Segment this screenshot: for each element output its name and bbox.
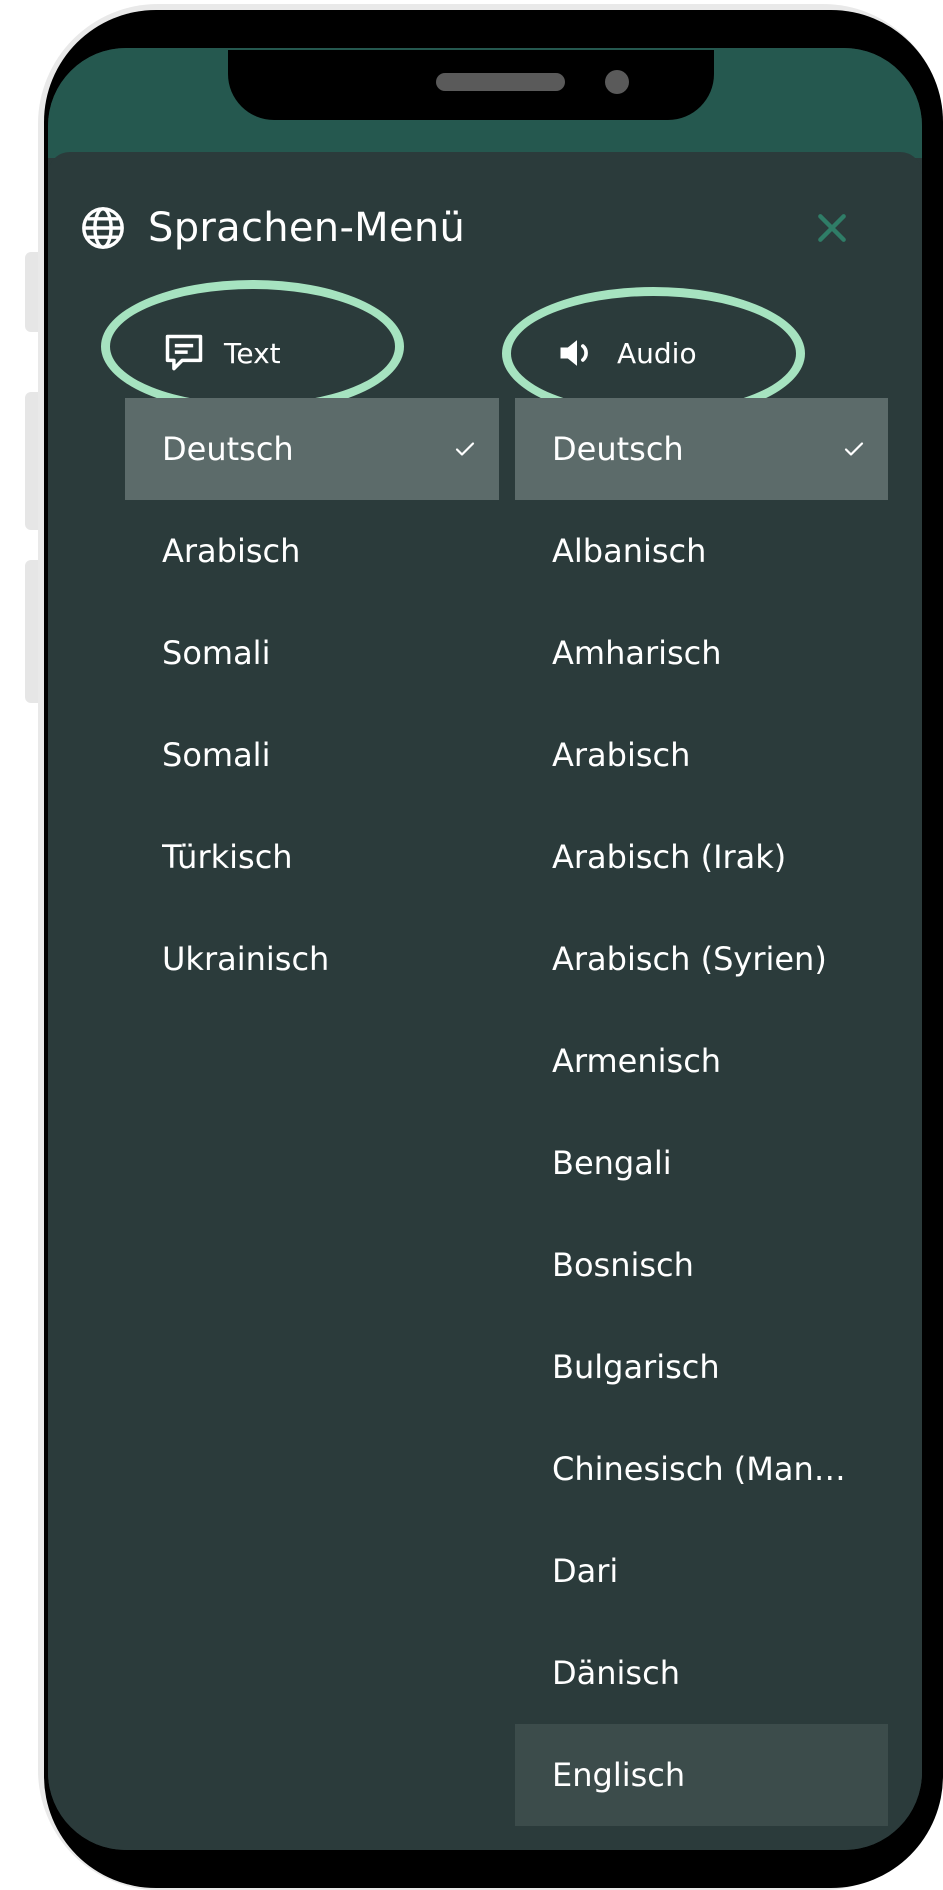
audio-language-list: Deutsch Albanisch Amharisch Arabisch Arabisc…: [515, 398, 888, 1826]
language-option-label: Somali: [162, 736, 271, 774]
menu-title: Sprachen-Menü: [148, 205, 466, 251]
language-option-label: Arabisch (Irak): [552, 838, 787, 876]
language-option-label: Dari: [552, 1552, 619, 1590]
language-option[interactable]: Chinesisch (Man…: [515, 1418, 888, 1520]
language-option[interactable]: Arabisch (Irak): [515, 806, 888, 908]
text-language-list: Deutsch Arabisch Somali Somali Türkisch Ukrai…: [125, 398, 499, 1010]
language-option-label: Amharisch: [552, 634, 722, 672]
language-option[interactable]: Somali: [125, 602, 499, 704]
language-option-label: Arabisch: [162, 532, 301, 570]
phone-side-button: [25, 392, 38, 530]
language-option[interactable]: Albanisch: [515, 500, 888, 602]
language-option-label: Chinesisch (Man…: [552, 1450, 846, 1488]
language-option[interactable]: Amharisch: [515, 602, 888, 704]
language-option[interactable]: Arabisch: [125, 500, 499, 602]
front-camera: [605, 70, 629, 94]
earpiece-speaker: [436, 73, 565, 91]
language-option-label: Ukrainisch: [162, 940, 330, 978]
language-option[interactable]: Somali: [125, 704, 499, 806]
language-option-label: Armenisch: [552, 1042, 722, 1080]
menu-header: Sprachen-Menü: [80, 200, 465, 256]
language-option-label: Dänisch: [552, 1654, 680, 1692]
language-option[interactable]: Arabisch (Syrien): [515, 908, 888, 1010]
globe-icon: [82, 207, 124, 249]
language-option[interactable]: Bulgarisch: [515, 1316, 888, 1418]
phone-side-button: [25, 560, 38, 703]
language-option[interactable]: Deutsch: [515, 398, 888, 500]
checkmark-icon: [455, 442, 475, 456]
language-option[interactable]: Englisch: [515, 1724, 888, 1826]
language-option-label: Deutsch: [162, 430, 294, 468]
close-icon[interactable]: [812, 208, 852, 248]
language-option[interactable]: Türkisch: [125, 806, 499, 908]
language-option-label: Arabisch (Syrien): [552, 940, 827, 978]
language-option-label: Arabisch: [552, 736, 691, 774]
language-option-label: Englisch: [552, 1756, 686, 1794]
language-option-label: Bulgarisch: [552, 1348, 720, 1386]
language-option[interactable]: Dänisch: [515, 1622, 888, 1724]
language-option[interactable]: Deutsch: [125, 398, 499, 500]
language-option-label: Somali: [162, 634, 271, 672]
language-option[interactable]: Ukrainisch: [125, 908, 499, 1010]
language-option[interactable]: Bengali: [515, 1112, 888, 1214]
language-option-label: Bosnisch: [552, 1246, 694, 1284]
language-option-label: Deutsch: [552, 430, 684, 468]
language-option[interactable]: Dari: [515, 1520, 888, 1622]
highlight-ring: [101, 280, 404, 413]
language-option[interactable]: Bosnisch: [515, 1214, 888, 1316]
checkmark-icon: [844, 442, 864, 456]
language-option-label: Albanisch: [552, 532, 707, 570]
phone-side-button: [25, 252, 38, 332]
language-option-label: Bengali: [552, 1144, 672, 1182]
language-option[interactable]: Armenisch: [515, 1010, 888, 1112]
language-option-label: Türkisch: [162, 838, 293, 876]
language-option[interactable]: Arabisch: [515, 704, 888, 806]
